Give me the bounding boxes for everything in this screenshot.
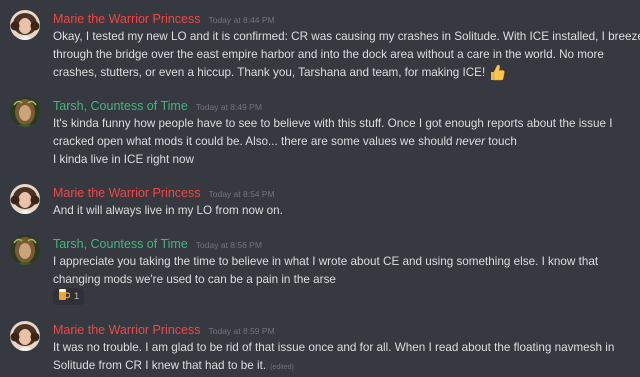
- author-name[interactable]: Tarsh, Countess of Time: [53, 237, 188, 251]
- reaction-button[interactable]: 1: [53, 288, 85, 306]
- beer-mug-icon: [58, 288, 71, 306]
- message-text: crashes, stutters, or even a hiccup. Tha…: [53, 66, 486, 79]
- avatar[interactable]: [10, 97, 40, 127]
- avatar-marie-icon: [10, 184, 40, 214]
- message-line: I appreciate you taking the time to beli…: [53, 255, 599, 268]
- avatar-marie-icon: [10, 321, 40, 351]
- chat-log: Marie the Warrior Princess Today at 8:44 …: [0, 0, 640, 374]
- message-header: Tarsh, Countess of Time Today at 8:49 PM: [53, 97, 262, 116]
- avatar[interactable]: [10, 235, 40, 265]
- avatar-tarsh-icon: [10, 97, 40, 127]
- thumbs-up-icon: [489, 64, 505, 87]
- message-header: Marie the Warrior Princess Today at 8:59 …: [53, 321, 275, 340]
- message-line: cracked open what mods it could be. Also…: [53, 133, 636, 151]
- message-line: I kinda live in ICE right now: [53, 153, 194, 166]
- avatar[interactable]: [10, 10, 40, 40]
- timestamp: Today at 8:59 PM: [208, 326, 275, 336]
- timestamp: Today at 8:44 PM: [208, 15, 275, 25]
- edited-label: (edited): [270, 364, 294, 371]
- message-text: cracked open what mods it could be. Also…: [53, 135, 453, 148]
- emphasis-text: never: [455, 135, 486, 148]
- avatar-tarsh-icon: [10, 235, 40, 265]
- message-header: Marie the Warrior Princess Today at 8:54 …: [53, 184, 275, 203]
- message-line: Solitude from CR I knew that had to be i…: [53, 357, 636, 377]
- message-header: Tarsh, Countess of Time Today at 8:56 PM: [53, 235, 262, 254]
- author-name[interactable]: Tarsh, Countess of Time: [53, 99, 188, 113]
- message-line: Okay, I tested my new LO and it is confi…: [53, 30, 640, 43]
- avatar[interactable]: [10, 184, 40, 214]
- message-text: touch: [488, 135, 517, 148]
- author-name[interactable]: Marie the Warrior Princess: [53, 186, 201, 200]
- message-line: through the bridge over the east empire …: [53, 48, 604, 61]
- message-header: Marie the Warrior Princess Today at 8:44 …: [53, 10, 275, 29]
- message-line: It was no trouble. I am glad to be rid o…: [53, 341, 615, 354]
- avatar-marie-icon: [10, 10, 40, 40]
- message-line: changing mods we're used to can be a pai…: [53, 273, 336, 286]
- message-line: And it will always live in my LO from no…: [53, 204, 283, 217]
- timestamp: Today at 8:56 PM: [195, 240, 262, 250]
- reaction-count: 1: [74, 291, 80, 302]
- message-text: Solitude from CR I knew that had to be i…: [53, 359, 267, 372]
- author-name[interactable]: Marie the Warrior Princess: [53, 323, 201, 337]
- message-line: It's kinda funny how people have to see …: [53, 117, 613, 130]
- timestamp: Today at 8:49 PM: [195, 102, 262, 112]
- message-line: crashes, stutters, or even a hiccup. Tha…: [53, 64, 636, 87]
- avatar[interactable]: [10, 321, 40, 351]
- author-name[interactable]: Marie the Warrior Princess: [53, 12, 201, 26]
- timestamp: Today at 8:54 PM: [208, 189, 275, 199]
